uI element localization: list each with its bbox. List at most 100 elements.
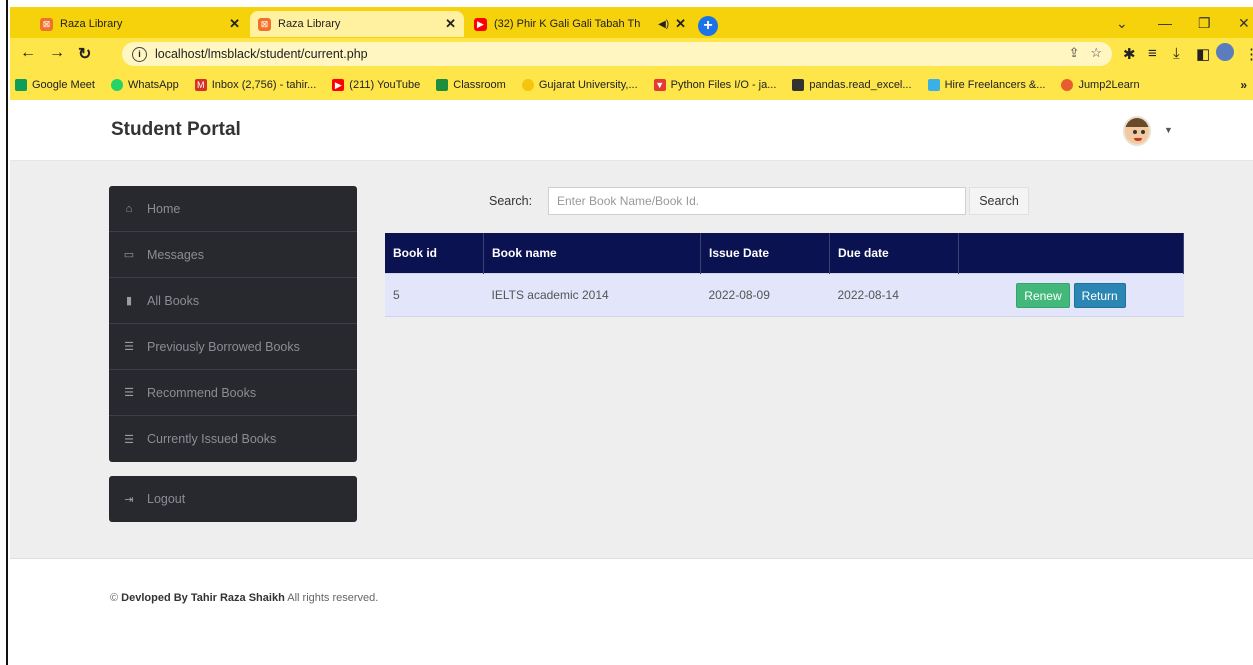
column-header-book-name: Book name [483, 233, 701, 274]
youtube-favicon-icon: ▶ [474, 17, 487, 31]
sidebar-item-label: Currently Issued Books [147, 432, 277, 446]
site-header: Student Portal ▼ [10, 100, 1253, 161]
tab-title: Raza Library [278, 18, 341, 30]
home-icon: ⌂ [125, 202, 133, 215]
footer-rights: All rights reserved. [287, 592, 379, 604]
sidebar-item-messages[interactable]: ▭ Messages [109, 232, 357, 278]
footer-author: Devloped By Tahir Raza Shaikh [121, 592, 285, 604]
logout-button[interactable]: ⇥ Logout [109, 476, 357, 522]
close-window-button[interactable]: ✕ [1238, 15, 1250, 32]
raza-library-favicon-icon: ⊠ [40, 17, 53, 31]
copyright-symbol: © [110, 592, 119, 604]
audio-playing-icon[interactable]: ◀) [658, 19, 669, 30]
more-bookmarks-icon[interactable]: » [1240, 78, 1247, 92]
sidebar-item-all-books[interactable]: ▮ All Books [109, 278, 357, 324]
download-icon[interactable]: ⤓ [1173, 45, 1180, 62]
sidebar-item-previously-borrowed[interactable]: ☰ Previously Borrowed Books [109, 324, 357, 370]
bookmark-item[interactable]: Classroom [436, 79, 506, 91]
jump2learn-icon [1061, 79, 1074, 91]
browser-tab-3[interactable]: ▶ (32) Phir K Gali Gali Tabah Th ◀) ✕ [466, 11, 694, 37]
bookmark-item[interactable]: ▶ (211) YouTube [332, 79, 420, 91]
sidebar-item-label: Recommend Books [147, 385, 257, 400]
sidebar-item-label: All Books [147, 293, 200, 308]
share-and-bookmark-icons[interactable]: ⇪ ☆ [1069, 45, 1102, 61]
gujarat-university-icon [521, 79, 534, 91]
return-button[interactable]: Return [1073, 282, 1126, 308]
forward-arrow-icon[interactable]: → [49, 44, 65, 62]
browser-toolbar: ← → ↻ i localhost/lmsblack/student/curre… [10, 38, 1253, 70]
sidebar-item-label: Previously Borrowed Books [147, 339, 300, 354]
browser-tab-2-active[interactable]: ⊠ Raza Library ✕ [250, 11, 464, 37]
extensions-puzzle-icon[interactable]: ✱ [1123, 45, 1136, 63]
user-menu-caret-icon[interactable]: ▼ [1164, 125, 1173, 135]
brand-title[interactable]: Student Portal [111, 119, 241, 141]
table-row: 5 IELTS academic 2014 2022-08-09 2022-08… [385, 273, 1184, 317]
browser-menu-icon[interactable]: ⋮ [1244, 45, 1253, 63]
freelancer-icon [927, 79, 940, 91]
list-icon: ☰ [124, 387, 134, 399]
column-header-due-date: Due date [829, 233, 959, 274]
url-text: localhost/lmsblack/student/current.php [155, 47, 368, 61]
pandas-icon [792, 79, 805, 91]
column-header-book-id: Book id [385, 233, 484, 274]
gmail-icon: M [194, 79, 207, 91]
search-button[interactable]: Search [969, 187, 1029, 215]
table-header-row: Book id Book name Issue Date Due date [385, 233, 1184, 274]
logout-label: Logout [147, 492, 186, 506]
bookmark-item[interactable]: Google Meet [15, 79, 95, 91]
list-icon: ☰ [124, 341, 134, 353]
column-header-actions [958, 233, 1184, 274]
close-tab-icon[interactable]: ✕ [229, 16, 240, 32]
renew-button[interactable]: Renew [1016, 282, 1070, 308]
youtube-icon: ▶ [332, 79, 345, 91]
cell-book-id: 5 [385, 273, 484, 317]
issued-books-table: Book id Book name Issue Date Due date 5 … [385, 233, 1184, 317]
reading-list-icon[interactable]: ≡ [1148, 45, 1157, 62]
minimize-window-button[interactable]: — [1158, 15, 1172, 31]
bookmark-item[interactable]: ▼ Python Files I/O - ja... [653, 79, 776, 91]
bookmark-item[interactable]: Jump2Learn [1061, 79, 1140, 91]
column-header-issue-date: Issue Date [700, 233, 830, 274]
tab-search-chevron-icon[interactable]: ⌄ [1116, 15, 1128, 32]
bookmark-item[interactable]: pandas.read_excel... [792, 79, 912, 91]
bookmark-item[interactable]: Gujarat University,... [521, 79, 638, 91]
restore-window-button[interactable]: ❐ [1198, 15, 1211, 32]
tab-title: (32) Phir K Gali Gali Tabah Th [494, 18, 641, 30]
browser-tab-1[interactable]: ⊠ Raza Library ✕ [32, 11, 248, 37]
site-info-icon[interactable]: i [132, 46, 147, 62]
bookmark-item[interactable]: Hire Freelancers &... [927, 79, 1045, 91]
sidebar-item-label: Messages [147, 247, 204, 262]
browser-tab-bar: ⊠ Raza Library ✕ ⊠ Raza Library ✕ ▶ (32)… [10, 7, 1253, 38]
bookmarks-bar: Google Meet WhatsApp M Inbox (2,756) - ta… [10, 70, 1253, 100]
cell-issue-date: 2022-08-09 [700, 273, 830, 317]
sidebar-item-home[interactable]: ⌂ Home [109, 186, 357, 232]
bookmark-item[interactable]: M Inbox (2,756) - tahir... [194, 79, 316, 91]
search-label: Search: [489, 194, 533, 208]
search-input[interactable] [548, 187, 966, 215]
new-tab-button[interactable]: + [698, 16, 718, 36]
footer: © Devloped By Tahir Raza Shaikh All righ… [110, 592, 378, 604]
reload-icon[interactable]: ↻ [78, 44, 91, 64]
window-top-border [0, 0, 1253, 7]
whatsapp-icon [110, 79, 123, 91]
raza-library-favicon-icon: ⊠ [258, 17, 271, 31]
sidebar-item-recommend-books[interactable]: ☰ Recommend Books [109, 370, 357, 416]
close-tab-icon[interactable]: ✕ [445, 16, 456, 32]
address-bar[interactable]: i localhost/lmsblack/student/current.php… [122, 42, 1112, 66]
list-icon: ☰ [124, 433, 134, 446]
sidebar-nav: ⌂ Home ▭ Messages ▮ All Books ☰ Previous… [109, 186, 357, 462]
profile-avatar-icon[interactable] [1216, 43, 1234, 61]
tab-title: Raza Library [60, 18, 123, 30]
back-arrow-icon[interactable]: ← [20, 44, 36, 62]
cell-actions: Renew Return [958, 273, 1184, 317]
close-tab-icon[interactable]: ✕ [675, 16, 686, 32]
bookmark-item[interactable]: WhatsApp [110, 79, 179, 91]
sidebar-item-currently-issued[interactable]: ☰ Currently Issued Books [109, 416, 357, 462]
sign-out-icon: ⇥ [124, 493, 134, 506]
inbox-icon: ▭ [123, 249, 135, 261]
window-left-border [0, 0, 8, 665]
javatpoint-icon: ▼ [653, 79, 666, 91]
user-avatar-icon[interactable] [1123, 116, 1151, 146]
side-panel-icon[interactable]: ◧ [1196, 45, 1210, 63]
cell-book-name: IELTS academic 2014 [483, 273, 701, 317]
